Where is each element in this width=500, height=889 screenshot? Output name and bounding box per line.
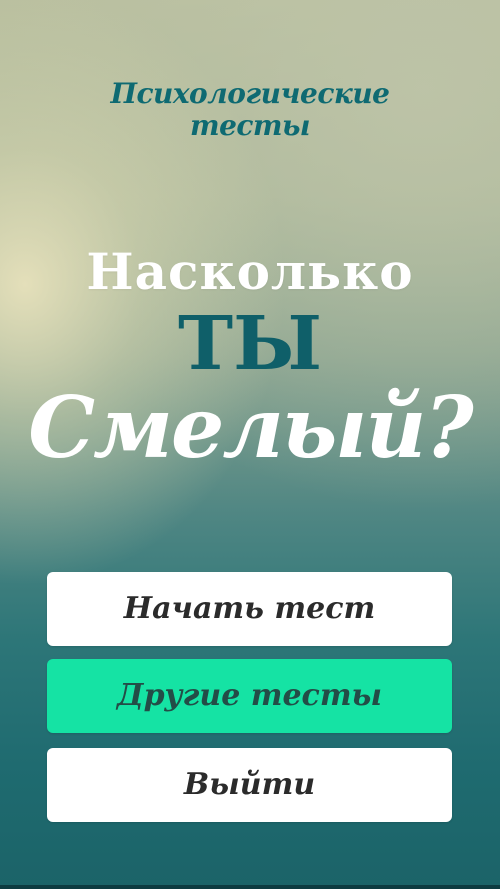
headline-pronoun: ТЫ [178, 301, 322, 387]
bottom-edge-bar [0, 885, 500, 889]
app-title-line-2: тесты [189, 109, 311, 142]
app-title: Психологические тесты [0, 78, 500, 142]
headline-brave: Смелый? [28, 378, 473, 477]
other-tests-button[interactable]: Другие тесты [47, 659, 452, 733]
headline-question-word: Насколько [86, 242, 414, 301]
exit-button[interactable]: Выйти [47, 748, 452, 822]
app-title-line-1: Психологические [110, 77, 390, 110]
app-screen: Психологические тесты Насколько ТЫ Смелы… [0, 0, 500, 885]
start-test-button[interactable]: Начать тест [47, 572, 452, 646]
